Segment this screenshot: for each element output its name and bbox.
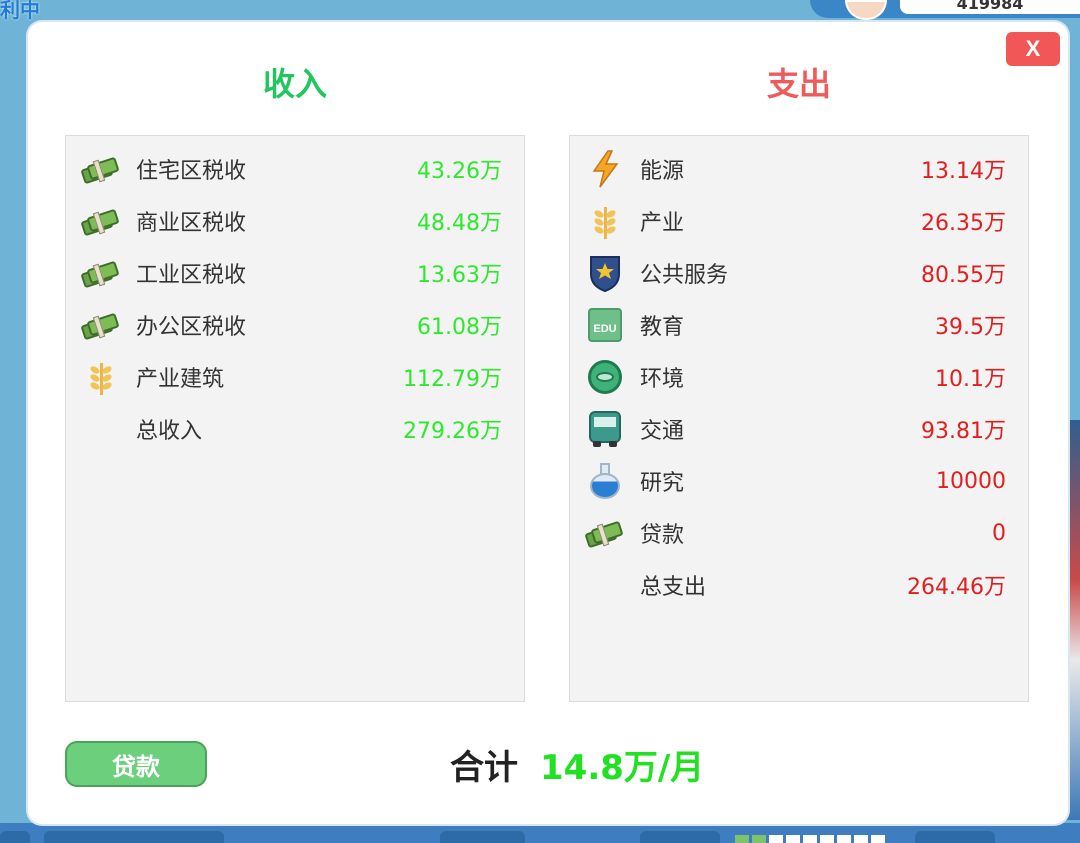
net-total-value: 14.8万/月	[540, 747, 705, 788]
expense-total-value: 264.46万	[907, 575, 1006, 600]
expense-row: 环境 10.1万	[570, 351, 1028, 403]
wheat-icon	[86, 359, 116, 395]
expense-row: 研究 10000	[570, 455, 1028, 507]
bolt-icon	[592, 150, 619, 188]
income-panel: 住宅区税收 43.26万 商业区税收 48.48万 工业区税收 13.63万 办…	[65, 135, 525, 702]
money-icon	[80, 207, 120, 237]
income-total-value: 279.26万	[403, 419, 502, 444]
expense-label: 公共服务	[640, 263, 729, 288]
income-total-label: 总收入	[136, 419, 203, 444]
toolbar-segment[interactable]	[0, 831, 30, 843]
income-row: 住宅区税收 43.26万	[66, 143, 524, 195]
income-value: 13.63万	[417, 263, 502, 288]
income-value: 61.08万	[417, 315, 502, 340]
expense-value: 93.81万	[921, 419, 1006, 444]
income-label: 住宅区税收	[136, 159, 247, 184]
income-row: 办公区税收 61.08万	[66, 299, 524, 351]
toolbar-segment[interactable]	[440, 831, 525, 843]
expense-value: 0	[992, 520, 1006, 546]
expense-value: 80.55万	[921, 263, 1006, 288]
expense-row: 公共服务 80.55万	[570, 247, 1028, 299]
bus-icon	[589, 411, 621, 447]
toolbar-segment[interactable]	[44, 831, 224, 843]
expense-label: 贷款	[640, 523, 685, 548]
police-shield-icon	[590, 256, 620, 292]
income-value: 43.26万	[417, 159, 502, 184]
income-title: 收入	[262, 65, 327, 103]
money-icon	[80, 259, 120, 289]
expense-total-row: 总支出 264.46万	[570, 559, 1028, 611]
progress-cells	[735, 835, 885, 843]
money-icon	[584, 519, 624, 549]
expense-value: 39.5万	[935, 315, 1006, 340]
income-label: 商业区税收	[136, 211, 247, 236]
income-value: 112.79万	[403, 367, 502, 392]
expense-value: 10.1万	[935, 367, 1006, 392]
expense-label: 产业	[640, 211, 685, 236]
loan-button[interactable]: 贷款	[65, 741, 207, 787]
toolbar-segment[interactable]	[915, 831, 995, 843]
expense-row: 贷款 0	[570, 507, 1028, 559]
expense-label: 环境	[640, 367, 685, 392]
expense-value: 13.14万	[921, 159, 1006, 184]
expense-panel: 能源 13.14万 产业 26.35万 公共服务 80.55万 EDU 教育 3…	[569, 135, 1029, 702]
money-icon	[80, 311, 120, 341]
expense-row: 产业 26.35万	[570, 195, 1028, 247]
expense-value: 26.35万	[921, 211, 1006, 236]
background-status-text: 利中	[0, 0, 40, 22]
expense-total-label: 总支出	[640, 575, 707, 600]
expense-label: 交通	[640, 419, 685, 444]
income-value: 48.48万	[417, 211, 502, 236]
income-total-row: 总收入 279.26万	[66, 403, 524, 455]
income-label: 工业区税收	[136, 263, 247, 288]
edu-icon: EDU	[588, 308, 622, 342]
income-row: 工业区税收 13.63万	[66, 247, 524, 299]
net-total: 合计 14.8万/月	[450, 738, 704, 790]
expense-row: 交通 93.81万	[570, 403, 1028, 455]
income-row: 商业区税收 48.48万	[66, 195, 524, 247]
income-row: 产业建筑 112.79万	[66, 351, 524, 403]
close-button[interactable]: X	[1006, 32, 1060, 66]
income-label: 办公区税收	[136, 315, 247, 340]
expense-row: 能源 13.14万	[570, 143, 1028, 195]
expense-label: 研究	[640, 471, 685, 496]
money-icon	[80, 155, 120, 185]
flask-icon	[590, 463, 620, 499]
environment-icon	[588, 360, 622, 394]
expense-value: 10000	[936, 468, 1006, 494]
expense-label: 能源	[640, 159, 685, 184]
bottom-toolbar	[0, 823, 1080, 843]
expense-row: EDU 教育 39.5万	[570, 299, 1028, 351]
expense-title: 支出	[766, 65, 831, 103]
city-background	[1066, 420, 1080, 820]
toolbar-segment[interactable]	[640, 831, 720, 843]
money-counter: 419984	[900, 0, 1080, 14]
expense-label: 教育	[640, 315, 685, 340]
wheat-icon	[590, 203, 620, 239]
income-label: 产业建筑	[136, 367, 225, 392]
net-total-label: 合计	[450, 747, 518, 788]
